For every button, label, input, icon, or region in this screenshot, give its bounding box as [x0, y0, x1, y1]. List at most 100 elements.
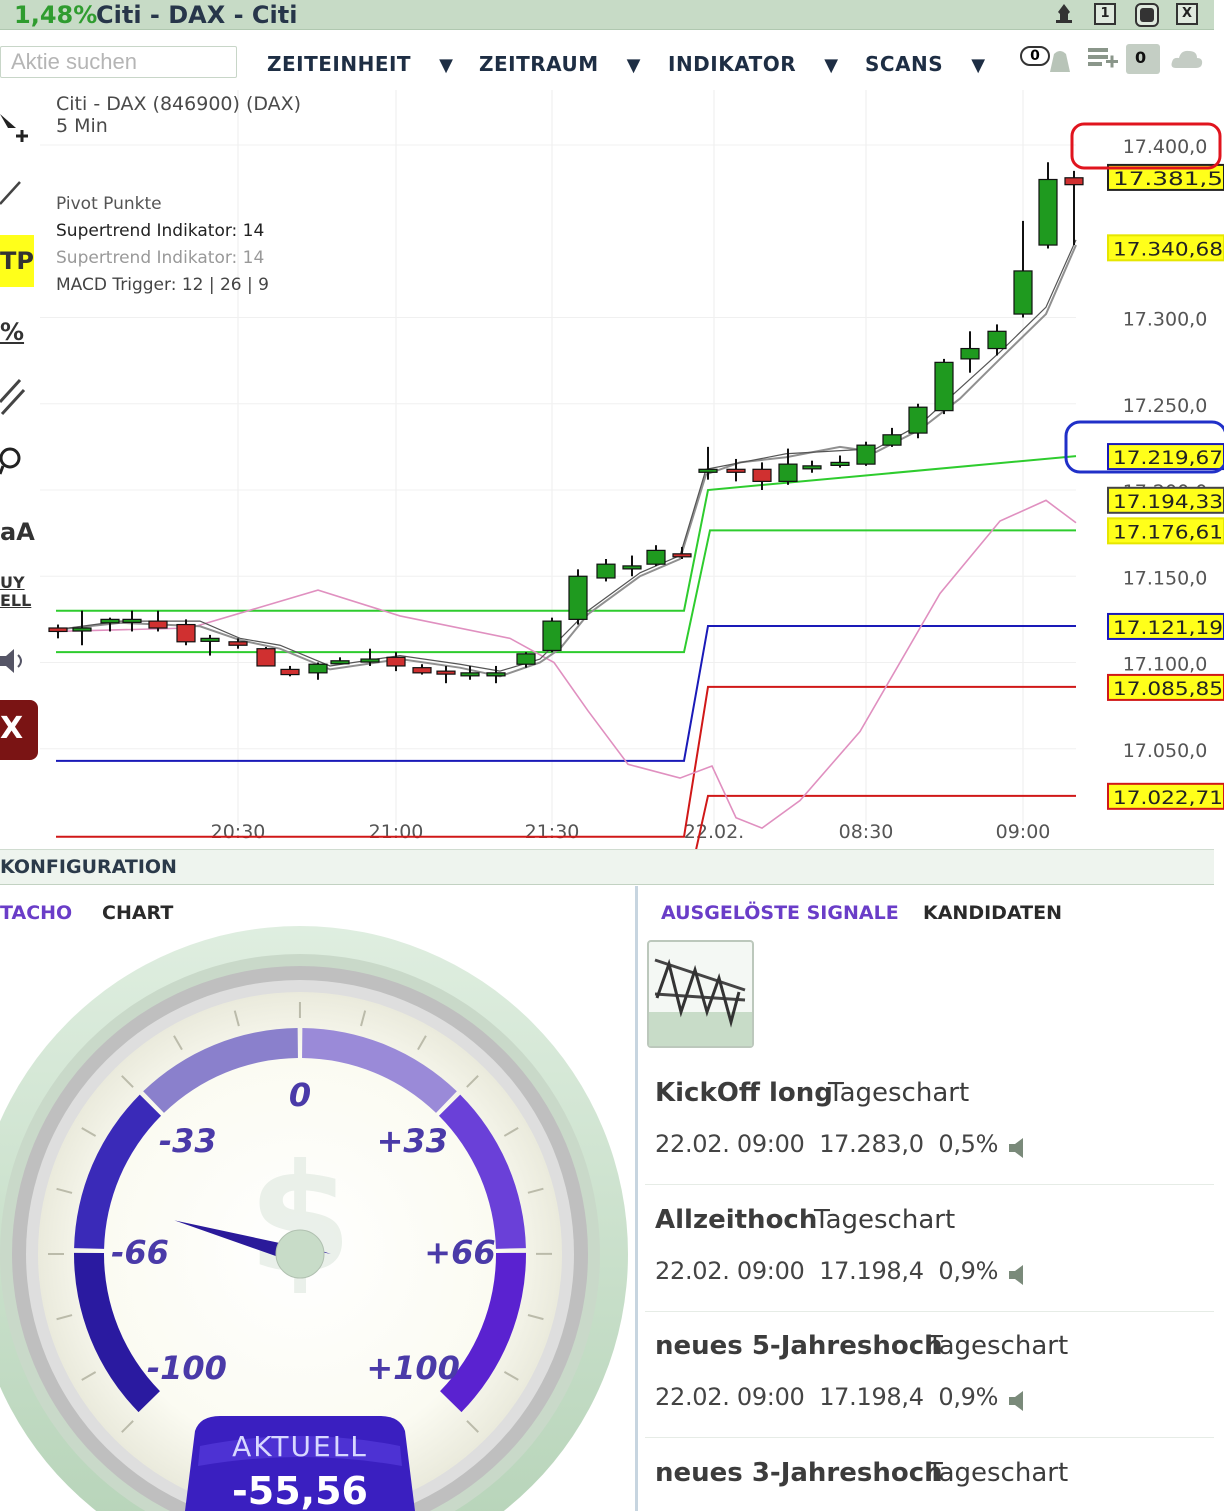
- candle-up[interactable]: [360, 658, 380, 663]
- delete-drawings-button[interactable]: X: [0, 700, 38, 760]
- price-tag[interactable]: 17.194,33: [1107, 486, 1224, 514]
- close-button[interactable]: X: [1176, 3, 1198, 25]
- candle-up[interactable]: [596, 563, 616, 579]
- indicator-supertrend-1[interactable]: Supertrend Indikator: 14: [56, 221, 264, 241]
- price-tag[interactable]: 17.121,19: [1107, 612, 1224, 640]
- candle-down[interactable]: [386, 656, 406, 667]
- maximize-icon[interactable]: [1134, 2, 1160, 28]
- price-tag[interactable]: 17.085,85: [1107, 673, 1224, 701]
- candle-up[interactable]: [622, 565, 642, 570]
- candle-up[interactable]: [698, 468, 718, 473]
- candle-down[interactable]: [436, 670, 456, 675]
- candle-up[interactable]: [516, 653, 536, 665]
- crosshair-cursor-icon[interactable]: [0, 110, 30, 150]
- candle-up[interactable]: [908, 406, 928, 434]
- signal-item[interactable]: KickOff long Tageschart 22.02. 09:00 17.…: [645, 1078, 1214, 1185]
- text-tool[interactable]: aA: [0, 518, 35, 546]
- signal-name: neues 5-Jahreshoch: [655, 1331, 943, 1361]
- candle-up[interactable]: [646, 549, 666, 565]
- magnifier-icon[interactable]: [0, 442, 26, 478]
- watchlist-add-icon[interactable]: [1086, 44, 1120, 74]
- pin-icon[interactable]: [1050, 2, 1078, 28]
- candle-down[interactable]: [280, 668, 300, 676]
- tp-tool[interactable]: TP: [0, 235, 34, 287]
- candle-down[interactable]: [176, 623, 196, 643]
- indicator-pivot[interactable]: Pivot Punkte: [56, 194, 162, 214]
- signal-item[interactable]: Allzeithoch Tageschart 22.02. 09:00 17.1…: [645, 1205, 1214, 1312]
- candle-down[interactable]: [726, 468, 746, 473]
- price-tag[interactable]: 17.340,68: [1107, 234, 1224, 262]
- search-input[interactable]: [0, 46, 237, 78]
- menu-scans[interactable]: SCANS ▼: [865, 52, 986, 76]
- tab-chart[interactable]: CHART: [102, 902, 173, 924]
- percent-tool[interactable]: %: [0, 318, 24, 346]
- candle-up[interactable]: [987, 330, 1007, 350]
- candle-up[interactable]: [486, 672, 506, 677]
- candle-up[interactable]: [72, 627, 92, 632]
- price-tag[interactable]: 17.219,67: [1107, 443, 1224, 471]
- candle-up[interactable]: [934, 361, 954, 412]
- candle-up[interactable]: [460, 672, 480, 677]
- candle-down[interactable]: [412, 667, 432, 674]
- speaker-icon[interactable]: [1007, 1389, 1029, 1413]
- candle-up[interactable]: [802, 465, 822, 470]
- candle-up[interactable]: [308, 663, 328, 674]
- cloud-icon[interactable]: [1170, 46, 1204, 72]
- portfolio-button[interactable]: 0: [1126, 44, 1160, 74]
- candle-up[interactable]: [200, 637, 220, 642]
- indicator-supertrend-2[interactable]: Supertrend Indikator: 14: [56, 248, 264, 268]
- candle-up[interactable]: [830, 461, 850, 466]
- price-tag[interactable]: 17.022,71: [1107, 782, 1224, 810]
- tab-ausgeloeste-signale[interactable]: AUSGELÖSTE SIGNALE: [661, 902, 899, 924]
- price-tag[interactable]: 17.176,61: [1107, 517, 1224, 545]
- candle-up[interactable]: [122, 618, 142, 623]
- app-window: 1,48% Citi - DAX - Citi 1 X ZEITEINHEIT ▼…: [0, 0, 1224, 1511]
- candle-down[interactable]: [672, 553, 692, 558]
- indicator-macd-trigger[interactable]: MACD Trigger: 12 | 26 | 9: [56, 275, 269, 295]
- candle-up[interactable]: [542, 620, 562, 652]
- signal-item[interactable]: neues 3-Jahreshoch Tageschart: [645, 1458, 1214, 1511]
- candle-up[interactable]: [960, 347, 980, 360]
- parallel-lines-icon[interactable]: [0, 376, 26, 416]
- candle-up[interactable]: [568, 575, 588, 620]
- candle-down[interactable]: [1064, 177, 1084, 186]
- x-tick-label: 08:30: [839, 821, 894, 843]
- menu-indikator[interactable]: INDIKATOR ▼: [668, 52, 839, 76]
- candle-up[interactable]: [100, 618, 120, 624]
- gauge-label: 0: [289, 1076, 311, 1114]
- candle-up[interactable]: [856, 444, 876, 465]
- candle-down[interactable]: [228, 641, 248, 646]
- gauge-label: +66: [424, 1233, 495, 1271]
- signal-values: 22.02. 09:00 17.198,4 0,9%: [655, 1383, 998, 1411]
- price-chart[interactable]: 17.400,017.300,017.250,017.200,017.150,0…: [40, 90, 1224, 850]
- trendline-icon[interactable]: [0, 178, 24, 208]
- minimize-button[interactable]: 1: [1094, 3, 1116, 25]
- menu-zeiteinheit[interactable]: ZEITEINHEIT ▼: [267, 52, 453, 76]
- wedge-pattern-icon: [649, 958, 752, 1046]
- candle-down[interactable]: [256, 648, 276, 667]
- candle-up[interactable]: [778, 463, 798, 482]
- window-title: Citi - DAX - Citi: [96, 1, 298, 29]
- gauge-label: -66: [111, 1233, 169, 1271]
- candle-up[interactable]: [882, 434, 902, 446]
- signal-pattern-thumbnail[interactable]: [647, 940, 754, 1048]
- panel-divider[interactable]: [635, 886, 638, 1511]
- tab-kandidaten[interactable]: KANDIDATEN: [923, 902, 1062, 924]
- candle-up[interactable]: [1038, 178, 1058, 246]
- speaker-icon[interactable]: [1007, 1136, 1029, 1160]
- candle-down[interactable]: [48, 627, 68, 633]
- speaker-icon[interactable]: [0, 646, 26, 676]
- chevron-down-icon: ▼: [971, 55, 986, 76]
- configuration-bar[interactable]: KONFIGURATION: [0, 849, 1214, 885]
- candle-down[interactable]: [148, 620, 168, 629]
- alarm-button[interactable]: 0: [1020, 44, 1076, 76]
- chart-canvas[interactable]: 17.400,017.300,017.250,017.200,017.150,0…: [40, 90, 1224, 850]
- signal-item[interactable]: neues 5-Jahreshoch Tageschart 22.02. 09:…: [645, 1331, 1214, 1438]
- speaker-icon[interactable]: [1007, 1263, 1029, 1287]
- buy-sell-tool[interactable]: UY ELL: [0, 574, 31, 610]
- candle-up[interactable]: [1013, 270, 1033, 315]
- tab-tacho[interactable]: TACHO: [0, 902, 72, 924]
- menu-zeitraum[interactable]: ZEITRAUM ▼: [479, 52, 641, 76]
- candle-down[interactable]: [752, 468, 772, 482]
- candle-up[interactable]: [330, 660, 350, 665]
